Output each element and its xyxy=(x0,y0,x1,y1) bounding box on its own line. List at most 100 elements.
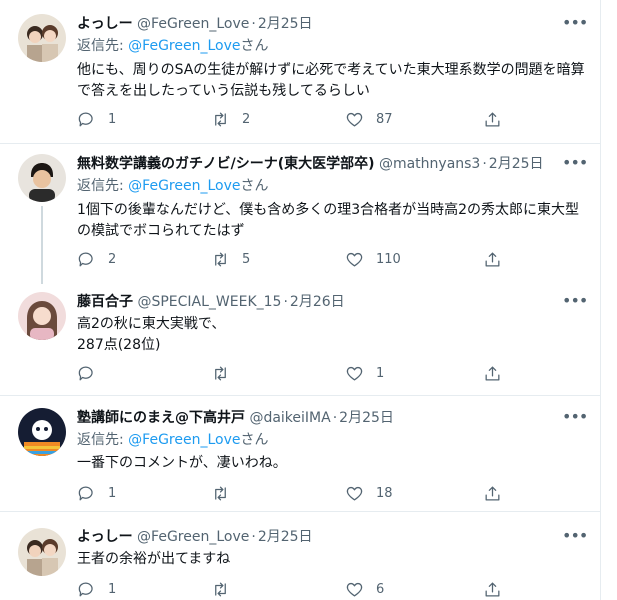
reply-prefix: 返信先: xyxy=(77,178,129,194)
display-name[interactable]: 無料数学講義のガチノビ/シーナ(東大医学部卒) xyxy=(77,156,375,172)
like-button[interactable]: 1 xyxy=(345,362,384,384)
avatar[interactable] xyxy=(18,292,66,340)
retweet-icon xyxy=(215,486,226,500)
tweet[interactable]: よっしー @FeGreen_Love · 2月25日 ••• 王者の余裕が出てますね… xyxy=(0,512,600,600)
share-icon xyxy=(485,582,500,596)
reply-count: 1 xyxy=(108,111,117,127)
tweet-date[interactable]: 2月26日 xyxy=(290,294,345,310)
user-handle[interactable]: @FeGreen_Love xyxy=(137,529,249,545)
retweet-button[interactable] xyxy=(211,482,242,504)
tweet-date[interactable]: 2月25日 xyxy=(258,529,313,545)
more-icon[interactable]: ••• xyxy=(562,15,588,36)
like-icon xyxy=(346,582,363,596)
more-icon[interactable]: ••• xyxy=(562,528,588,549)
action-bar: 1 xyxy=(77,362,517,384)
like-icon xyxy=(346,486,363,500)
like-count: 1 xyxy=(376,365,385,381)
reply-prefix: 返信先: xyxy=(77,432,129,448)
reply-button[interactable]: 2 xyxy=(77,248,116,270)
reply-suffix: さん xyxy=(240,178,269,194)
retweet-icon xyxy=(215,366,226,380)
like-count: 6 xyxy=(376,581,385,597)
separator-dot: · xyxy=(251,16,256,32)
tweet[interactable]: よっしー @FeGreen_Love · 2月25日 ••• 返信先: @FeGre… xyxy=(0,0,600,144)
more-icon[interactable]: ••• xyxy=(562,409,588,430)
retweet-count: 2 xyxy=(242,111,251,127)
retweet-icon xyxy=(215,582,226,596)
more-icon[interactable]: ••• xyxy=(562,293,588,314)
tweet-header: よっしー @FeGreen_Love · 2月25日 xyxy=(77,14,313,34)
tweet[interactable]: 藤百合子 @SPECIAL_WEEK_15 · 2月26日 ••• 高2の秋に東大実… xyxy=(0,284,600,396)
tweet-text-line: 287点(28位) xyxy=(77,337,161,353)
action-bar: 1 18 xyxy=(77,482,517,504)
display-name[interactable]: よっしー xyxy=(77,16,133,32)
reply-button[interactable]: 1 xyxy=(77,108,116,130)
tweet-date[interactable]: 2月25日 xyxy=(258,16,313,32)
display-name[interactable]: 藤百合子 xyxy=(77,294,133,310)
reply-mention-link[interactable]: @FeGreen_Love xyxy=(128,432,240,448)
avatar[interactable] xyxy=(18,14,66,62)
retweet-icon xyxy=(215,252,226,266)
tweet-header: よっしー @FeGreen_Love · 2月25日 xyxy=(77,527,313,547)
tweet-text: 一番下のコメントが、凄いわね。 xyxy=(77,453,587,474)
more-icon[interactable]: ••• xyxy=(562,155,588,176)
tweet-text-line: で答えを出したっていう伝説も残してるらしい xyxy=(77,83,370,99)
like-button[interactable]: 87 xyxy=(345,108,393,130)
retweet-button[interactable] xyxy=(211,362,242,384)
separator-dot: · xyxy=(332,410,338,426)
like-count: 110 xyxy=(376,251,401,267)
user-handle[interactable]: @FeGreen_Love xyxy=(137,16,249,32)
separator-dot: · xyxy=(482,156,487,172)
retweet-button[interactable]: 2 xyxy=(211,108,250,130)
retweet-button[interactable]: 5 xyxy=(211,248,250,270)
retweet-count: 5 xyxy=(242,251,251,267)
reply-count: 1 xyxy=(108,485,117,501)
reply-mention-link[interactable]: @FeGreen_Love xyxy=(128,178,240,194)
reply-button[interactable]: 1 xyxy=(77,578,116,600)
like-button[interactable]: 18 xyxy=(345,482,393,504)
tweet-text-line: 一番下のコメントが、凄いわね。 xyxy=(77,455,287,471)
tweet-date[interactable]: 2月25日 xyxy=(489,156,544,172)
reply-button[interactable]: 1 xyxy=(77,482,116,504)
share-button[interactable] xyxy=(483,482,502,504)
thread-connector xyxy=(41,206,43,284)
share-button[interactable] xyxy=(483,248,502,270)
replying-to: 返信先: @FeGreen_Loveさん xyxy=(77,430,269,450)
tweet-text-line: 1個下の後輩なんだけど、僕も含め多くの理3合格者が当時高2の秀太郎に東大型 xyxy=(77,202,580,218)
tweet-text: 1個下の後輩なんだけど、僕も含め多くの理3合格者が当時高2の秀太郎に東大型 の模… xyxy=(77,200,587,242)
display-name[interactable]: 塾講師にのまえ@下高井戸 xyxy=(77,410,245,426)
tweet-text-line: の模試でボコられてたはず xyxy=(77,223,245,239)
like-button[interactable]: 110 xyxy=(345,248,401,270)
user-handle[interactable]: @daikeiIMA xyxy=(249,410,330,426)
reply-button[interactable] xyxy=(77,362,108,384)
avatar[interactable] xyxy=(18,154,66,202)
tweet-date[interactable]: 2月25日 xyxy=(339,410,394,426)
tweet-header: 塾講師にのまえ@下高井戸 @daikeiIMA · 2月25日 xyxy=(77,408,394,428)
tweet[interactable]: 無料数学講義のガチノビ/シーナ(東大医学部卒) @mathnyans3 · 2月25… xyxy=(0,144,600,284)
tweet-text: 他にも、周りのSAの生徒が解けずに必死で考えていた東大理系数学の問題を暗算 で答… xyxy=(77,60,587,102)
reply-mention-link[interactable]: @FeGreen_Love xyxy=(128,38,240,54)
tweet-header: 藤百合子 @SPECIAL_WEEK_15 · 2月26日 xyxy=(77,292,345,312)
share-button[interactable] xyxy=(483,362,502,384)
reply-icon xyxy=(78,581,93,596)
avatar[interactable] xyxy=(18,528,66,576)
tweet-text: 王者の余裕が出てますね xyxy=(77,549,587,570)
share-button[interactable] xyxy=(483,578,502,600)
share-icon xyxy=(485,112,500,126)
like-button[interactable]: 6 xyxy=(345,578,384,600)
reply-suffix: さん xyxy=(240,432,269,448)
avatar[interactable] xyxy=(18,408,66,456)
share-button[interactable] xyxy=(483,108,502,130)
tweet[interactable]: 塾講師にのまえ@下高井戸 @daikeiIMA · 2月25日 ••• 返信先: @… xyxy=(0,396,600,512)
retweet-button[interactable] xyxy=(211,578,242,600)
reply-icon xyxy=(78,365,93,380)
user-handle[interactable]: @SPECIAL_WEEK_15 xyxy=(137,294,281,310)
reply-icon xyxy=(78,111,93,126)
user-handle[interactable]: @mathnyans3 xyxy=(379,156,480,172)
tweet-header: 無料数学講義のガチノビ/シーナ(東大医学部卒) @mathnyans3 · 2月25… xyxy=(77,154,544,174)
retweet-icon xyxy=(215,112,226,126)
like-icon xyxy=(346,366,363,380)
display-name[interactable]: よっしー xyxy=(77,529,133,545)
tweet-text-line: 高2の秋に東大実戦で、 xyxy=(77,316,226,332)
action-bar: 1 6 xyxy=(77,578,517,600)
